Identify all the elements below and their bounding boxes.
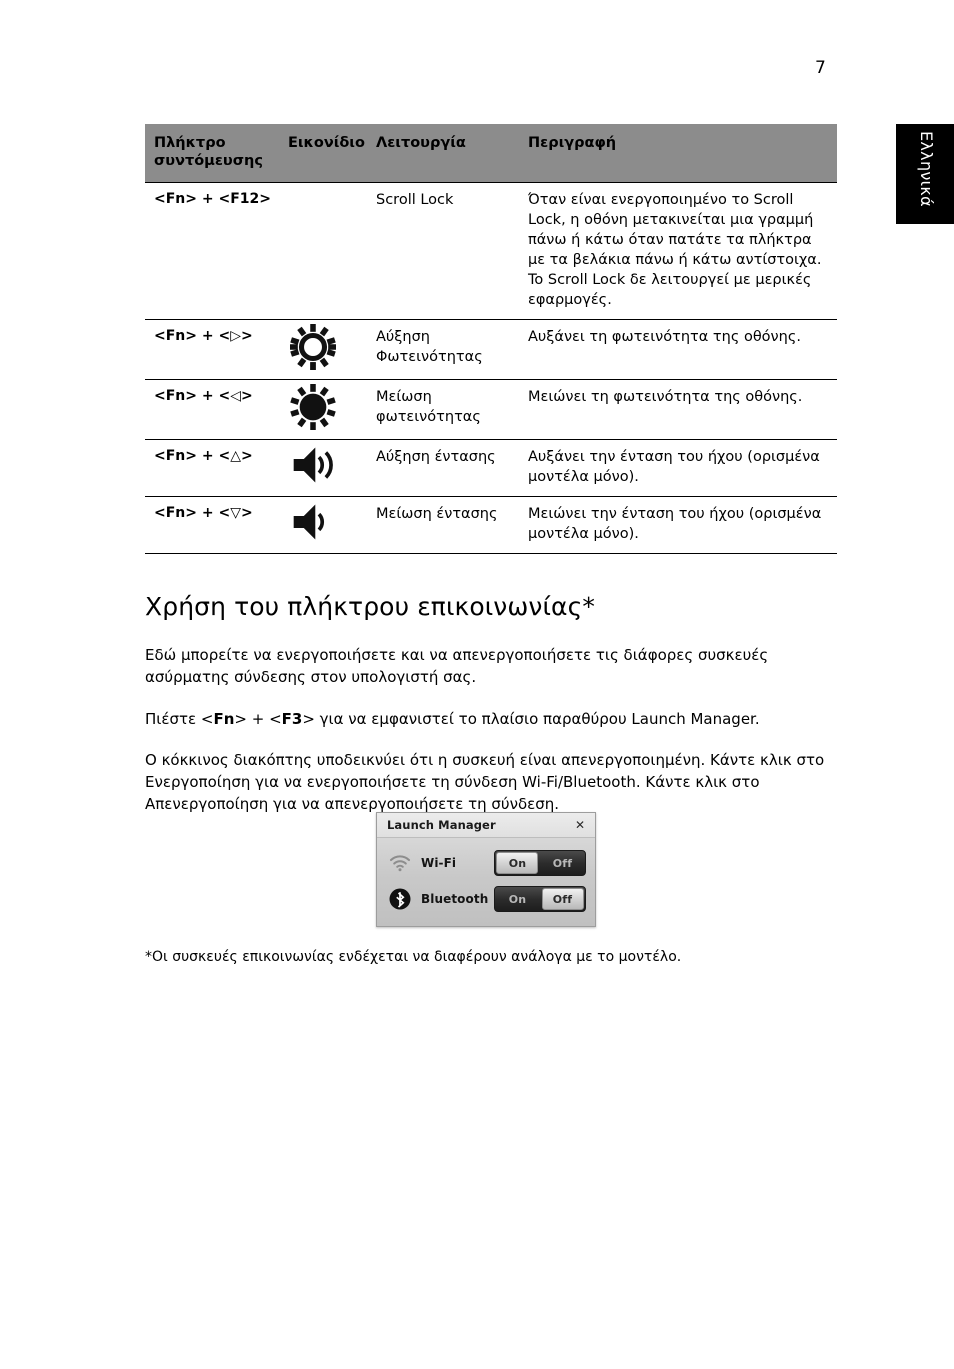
table-row: <Fn> + <F12> Scroll Lock Όταν είναι ενερ…: [145, 182, 837, 320]
page-number: 7: [814, 58, 826, 78]
shortcut-key-cell: <Fn> + <◁>: [145, 379, 280, 440]
shortcut-description-cell: Αυξάνει την ένταση του ήχου (ορισμένα μο…: [520, 439, 837, 497]
bluetooth-toggle-off[interactable]: Off: [540, 887, 585, 911]
brightness-up-icon: [290, 324, 360, 371]
bluetooth-label: Bluetooth: [421, 892, 489, 906]
wifi-toggle-off[interactable]: Off: [540, 851, 585, 875]
shortcut-icon-cell: [280, 379, 368, 440]
table-header-key: Πλήκτρο συντόμευσης: [145, 124, 280, 183]
wifi-toggle-on[interactable]: On: [495, 851, 540, 875]
page-content: Πλήκτρο συντόμευσης Εικονίδιο Λειτουργία…: [145, 124, 837, 815]
fn-key-label: Fn: [213, 709, 235, 728]
shortcut-key-cell: <Fn> + <F12>: [145, 182, 280, 320]
instruction-suffix: > για να εμφανιστεί το πλαίσιο παραθύρου…: [302, 709, 760, 728]
bluetooth-icon: [388, 887, 412, 911]
footnote-container: *Οι συσκευές επικοινωνίας ενδέχεται να δ…: [145, 947, 845, 967]
f3-key-label: F3: [281, 709, 303, 728]
brightness-down-icon: [290, 384, 360, 431]
shortcut-icon-cell: [280, 439, 368, 497]
instruction-prefix: Πιέστε <: [145, 709, 214, 728]
bluetooth-toggle[interactable]: On Off: [494, 886, 586, 912]
shortcut-description-cell: Μειώνει την ένταση του ήχου (ορισμένα μο…: [520, 496, 837, 555]
table-header-description: Περιγραφή: [520, 124, 837, 183]
dialog-body: Wi-Fi On Off Bluetooth On Off: [377, 838, 595, 926]
language-tab-label: Ελληνικά: [917, 131, 936, 207]
wifi-row: Wi-Fi On Off: [377, 845, 595, 881]
shortcut-key-cell: <Fn> + <▽>: [145, 496, 280, 555]
table-row: <Fn> + <▷> Αύξηση Φωτεινότητας Αυξάνει τ…: [145, 319, 837, 380]
shortcut-key-cell: <Fn> + <△>: [145, 439, 280, 497]
dialog-titlebar: Launch Manager ✕: [377, 813, 595, 838]
intro-paragraph: Εδώ μπορείτε να ενεργοποιήσετε και να απ…: [145, 646, 769, 687]
shortcut-description-cell: Αυξάνει τη φωτεινότητα της οθόνης.: [520, 319, 837, 380]
wifi-icon: [388, 851, 412, 875]
footnote: *Οι συσκευές επικοινωνίας ενδέχεται να δ…: [145, 949, 682, 965]
shortcut-function-cell: Scroll Lock: [368, 182, 520, 320]
launch-manager-dialog: Launch Manager ✕ Wi-Fi On Off Bluetooth …: [376, 812, 596, 927]
shortcut-function-cell: Αύξηση Φωτεινότητας: [368, 319, 520, 380]
dialog-title: Launch Manager: [387, 818, 496, 832]
shortcut-icon-cell: [280, 319, 368, 380]
shortcut-function-cell: Μείωση φωτεινότητας: [368, 379, 520, 440]
shortcut-function-cell: Μείωση έντασης: [368, 496, 520, 555]
wifi-label: Wi-Fi: [421, 856, 457, 870]
close-icon[interactable]: ✕: [573, 819, 587, 831]
section-title: Χρήση του πλήκτρου επικοινωνίας*: [145, 592, 595, 622]
table-header-row: Πλήκτρο συντόμευσης Εικονίδιο Λειτουργία…: [145, 124, 837, 183]
table-row: <Fn> + <△> Αύξηση έντασης Αυξάνει την έν…: [145, 439, 837, 497]
bluetooth-toggle-on[interactable]: On: [495, 887, 540, 911]
shortcut-key-cell: <Fn> + <▷>: [145, 319, 280, 380]
bluetooth-row: Bluetooth On Off: [377, 881, 595, 917]
shortcut-icon-cell: [280, 496, 368, 555]
language-tab: Ελληνικά: [896, 124, 954, 224]
table-header-icon: Εικονίδιο: [280, 124, 368, 183]
wifi-toggle[interactable]: On Off: [494, 850, 586, 876]
table-row: <Fn> + <◁> Μείωση φωτεινότητας Μειώνει τ…: [145, 379, 837, 440]
table-header-function: Λειτουργία: [368, 124, 520, 183]
volume-down-icon: [290, 501, 360, 543]
volume-up-icon: [290, 444, 360, 486]
shortcut-description-cell: Μειώνει τη φωτεινότητα της οθόνης.: [520, 379, 837, 440]
shortcut-description-cell: Όταν είναι ενεργοποιημένο το Scroll Lock…: [520, 182, 837, 320]
shortcut-icon-cell: [280, 182, 368, 320]
instruction-middle: > + <: [234, 709, 282, 728]
switch-description-paragraph: Ο κόκκινος διακόπτης υποδεικνύει ότι η σ…: [145, 750, 825, 814]
shortcut-key-table: Πλήκτρο συντόμευσης Εικονίδιο Λειτουργία…: [145, 124, 837, 555]
launch-manager-screenshot: Launch Manager ✕ Wi-Fi On Off Bluetooth …: [376, 812, 596, 927]
launch-instruction-paragraph: Πιέστε <Fn> + <F3> για να εμφανιστεί το …: [145, 708, 837, 730]
shortcut-function-cell: Αύξηση έντασης: [368, 439, 520, 497]
table-row: <Fn> + <▽> Μείωση έντασης Μειώνει την έν…: [145, 496, 837, 555]
